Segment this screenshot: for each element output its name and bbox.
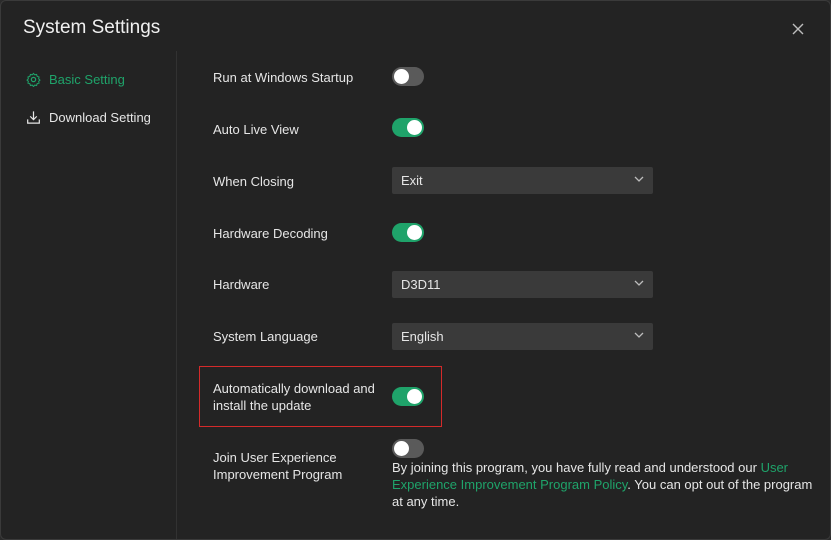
ux-program-label-line2: Improvement Program (213, 467, 343, 482)
run-at-startup-label: Run at Windows Startup (213, 70, 354, 85)
hardware-select[interactable]: D3D11 (392, 271, 653, 298)
hardware-decoding-toggle[interactable] (392, 223, 424, 242)
hardware-label: Hardware (213, 277, 270, 292)
toggle-knob (394, 441, 409, 456)
toggle-knob (394, 69, 409, 84)
sidebar-divider (176, 51, 177, 539)
settings-dialog: System Settings Basic Setting Download S… (0, 0, 831, 540)
hardware-decoding-label: Hardware Decoding (213, 226, 328, 241)
close-button[interactable] (787, 18, 809, 40)
auto-update-label-line1: Automatically download and (213, 381, 375, 396)
ux-program-label-line1: Join User Experience (213, 450, 337, 465)
close-icon (792, 23, 804, 35)
chevron-down-icon (634, 176, 644, 182)
system-language-select[interactable]: English (392, 323, 653, 350)
auto-live-view-toggle[interactable] (392, 118, 424, 137)
auto-update-label-line2: install the update (213, 398, 312, 413)
toggle-knob (407, 225, 422, 240)
ux-program-toggle[interactable] (392, 439, 424, 458)
system-language-label: System Language (213, 329, 318, 344)
auto-update-label: Automatically download and install the u… (213, 380, 375, 414)
gear-icon (26, 72, 41, 87)
chevron-down-icon (634, 332, 644, 338)
ux-program-description: By joining this program, you have fully … (392, 459, 817, 510)
system-language-value: English (401, 329, 444, 344)
run-at-startup-toggle[interactable] (392, 67, 424, 86)
sidebar-item-label: Basic Setting (49, 71, 125, 87)
sidebar-item-download-setting[interactable]: Download Setting (26, 107, 151, 127)
auto-update-toggle[interactable] (392, 387, 424, 406)
dialog-title: System Settings (23, 17, 161, 38)
when-closing-value: Exit (401, 173, 423, 188)
ux-desc-before: By joining this program, you have fully … (392, 460, 761, 475)
toggle-knob (407, 389, 422, 404)
when-closing-select[interactable]: Exit (392, 167, 653, 194)
sidebar-item-basic-setting[interactable]: Basic Setting (26, 69, 125, 89)
hardware-value: D3D11 (401, 277, 441, 292)
when-closing-label: When Closing (213, 174, 294, 189)
ux-program-label: Join User Experience Improvement Program (213, 449, 342, 483)
sidebar-item-label: Download Setting (49, 109, 151, 125)
download-icon (27, 110, 40, 124)
chevron-down-icon (634, 280, 644, 286)
toggle-knob (407, 120, 422, 135)
auto-live-view-label: Auto Live View (213, 122, 299, 137)
sidebar: Basic Setting Download Setting (1, 51, 176, 536)
